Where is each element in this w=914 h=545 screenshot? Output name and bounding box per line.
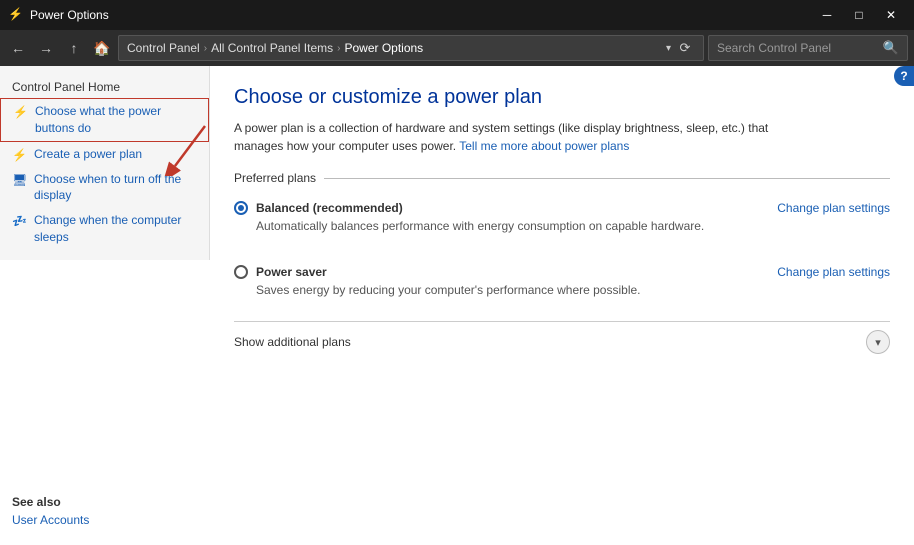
- preferred-plans-label: Preferred plans: [234, 171, 890, 185]
- chevron-down-icon[interactable]: ▾: [866, 330, 890, 354]
- learn-more-link[interactable]: Tell me more about power plans: [459, 139, 629, 153]
- plan-balanced-name-row[interactable]: Balanced (recommended): [234, 201, 403, 215]
- display-icon: 🖥: [12, 172, 28, 188]
- show-additional-plans-row: Show additional plans ▾: [234, 321, 890, 354]
- section-line: [324, 178, 890, 179]
- minimize-button[interactable]: ─: [812, 5, 842, 25]
- sidebar-item-create-plan-label: Create a power plan: [34, 146, 142, 163]
- breadcrumb-all-items[interactable]: All Control Panel Items: [211, 41, 333, 55]
- show-additional-plans-label[interactable]: Show additional plans: [234, 335, 351, 349]
- sidebar-item-power-buttons-label: Choose what the power buttons do: [35, 103, 196, 137]
- sidebar: Control Panel Home ⚡ Choose what the pow…: [0, 66, 210, 260]
- search-icon: 🔍: [883, 40, 899, 56]
- sidebar-item-power-buttons[interactable]: ⚡ Choose what the power buttons do: [0, 98, 209, 142]
- breadcrumb-sep-1: ›: [204, 43, 207, 54]
- see-also-title: See also: [12, 495, 198, 509]
- breadcrumb-bar: Control Panel › All Control Panel Items …: [118, 35, 704, 61]
- plan-balanced: Balanced (recommended) Change plan setti…: [234, 193, 890, 241]
- help-icon[interactable]: ?: [894, 66, 914, 86]
- plan-balanced-desc: Automatically balances performance with …: [234, 219, 890, 233]
- balanced-change-link[interactable]: Change plan settings: [777, 201, 890, 215]
- sidebar-item-create-plan[interactable]: ⚡ Create a power plan: [0, 142, 209, 167]
- up-button[interactable]: ↑: [62, 36, 86, 60]
- maximize-button[interactable]: □: [844, 5, 874, 25]
- page-title: Choose or customize a power plan: [234, 86, 890, 109]
- sidebar-item-turn-off-display[interactable]: 🖥 Choose when to turn off the display: [0, 167, 209, 209]
- content-area: Choose or customize a power plan A power…: [210, 66, 914, 545]
- create-plan-icon: ⚡: [12, 147, 28, 163]
- refresh-button[interactable]: ⟳: [675, 40, 695, 56]
- plan-balanced-name: Balanced (recommended): [256, 201, 403, 215]
- main-container: Control Panel Home ⚡ Choose what the pow…: [0, 66, 914, 545]
- sidebar-wrapper: Control Panel Home ⚡ Choose what the pow…: [0, 66, 210, 545]
- breadcrumb-power-options[interactable]: Power Options: [344, 41, 423, 55]
- close-button[interactable]: ✕: [876, 5, 906, 25]
- breadcrumb-dropdown-icon[interactable]: ▾: [666, 43, 671, 54]
- search-box[interactable]: 🔍: [708, 35, 908, 61]
- power-buttons-icon: ⚡: [13, 104, 29, 120]
- description-text: A power plan is a collection of hardware…: [234, 119, 814, 155]
- sidebar-item-sleep[interactable]: 💤 Change when the computer sleeps: [0, 208, 209, 250]
- title-bar-left: ⚡ Power Options: [8, 7, 109, 23]
- plan-power-saver-header: Power saver Change plan settings: [234, 265, 890, 279]
- home-button[interactable]: 🏠: [90, 36, 114, 60]
- address-bar: ← → ↑ 🏠 Control Panel › All Control Pane…: [0, 30, 914, 66]
- section-title: Preferred plans: [234, 171, 316, 185]
- title-bar: ⚡ Power Options ─ □ ✕: [0, 0, 914, 30]
- plan-power-saver-desc: Saves energy by reducing your computer's…: [234, 283, 890, 297]
- window-title: Power Options: [30, 8, 109, 22]
- breadcrumb-sep-2: ›: [337, 43, 340, 54]
- sidebar-home-link[interactable]: Control Panel Home: [0, 76, 209, 98]
- app-icon: ⚡: [8, 7, 24, 23]
- plan-power-saver-name: Power saver: [256, 265, 327, 279]
- plan-balanced-radio[interactable]: [234, 201, 248, 215]
- search-input[interactable]: [717, 41, 877, 55]
- breadcrumb-control-panel[interactable]: Control Panel: [127, 41, 200, 55]
- see-also-section: See also User Accounts: [0, 487, 210, 535]
- title-bar-controls: ─ □ ✕: [812, 5, 906, 25]
- forward-button[interactable]: →: [34, 36, 58, 60]
- plan-power-saver-name-row[interactable]: Power saver: [234, 265, 327, 279]
- plan-power-saver: Power saver Change plan settings Saves e…: [234, 257, 890, 305]
- back-button[interactable]: ←: [6, 36, 30, 60]
- radio-dot: [238, 205, 244, 211]
- sleep-icon: 💤: [12, 213, 28, 229]
- plan-balanced-header: Balanced (recommended) Change plan setti…: [234, 201, 890, 215]
- user-accounts-link[interactable]: User Accounts: [12, 513, 198, 527]
- power-saver-change-link[interactable]: Change plan settings: [777, 265, 890, 279]
- sidebar-item-display-label: Choose when to turn off the display: [34, 171, 197, 205]
- sidebar-item-sleep-label: Change when the computer sleeps: [34, 212, 197, 246]
- plan-power-saver-radio[interactable]: [234, 265, 248, 279]
